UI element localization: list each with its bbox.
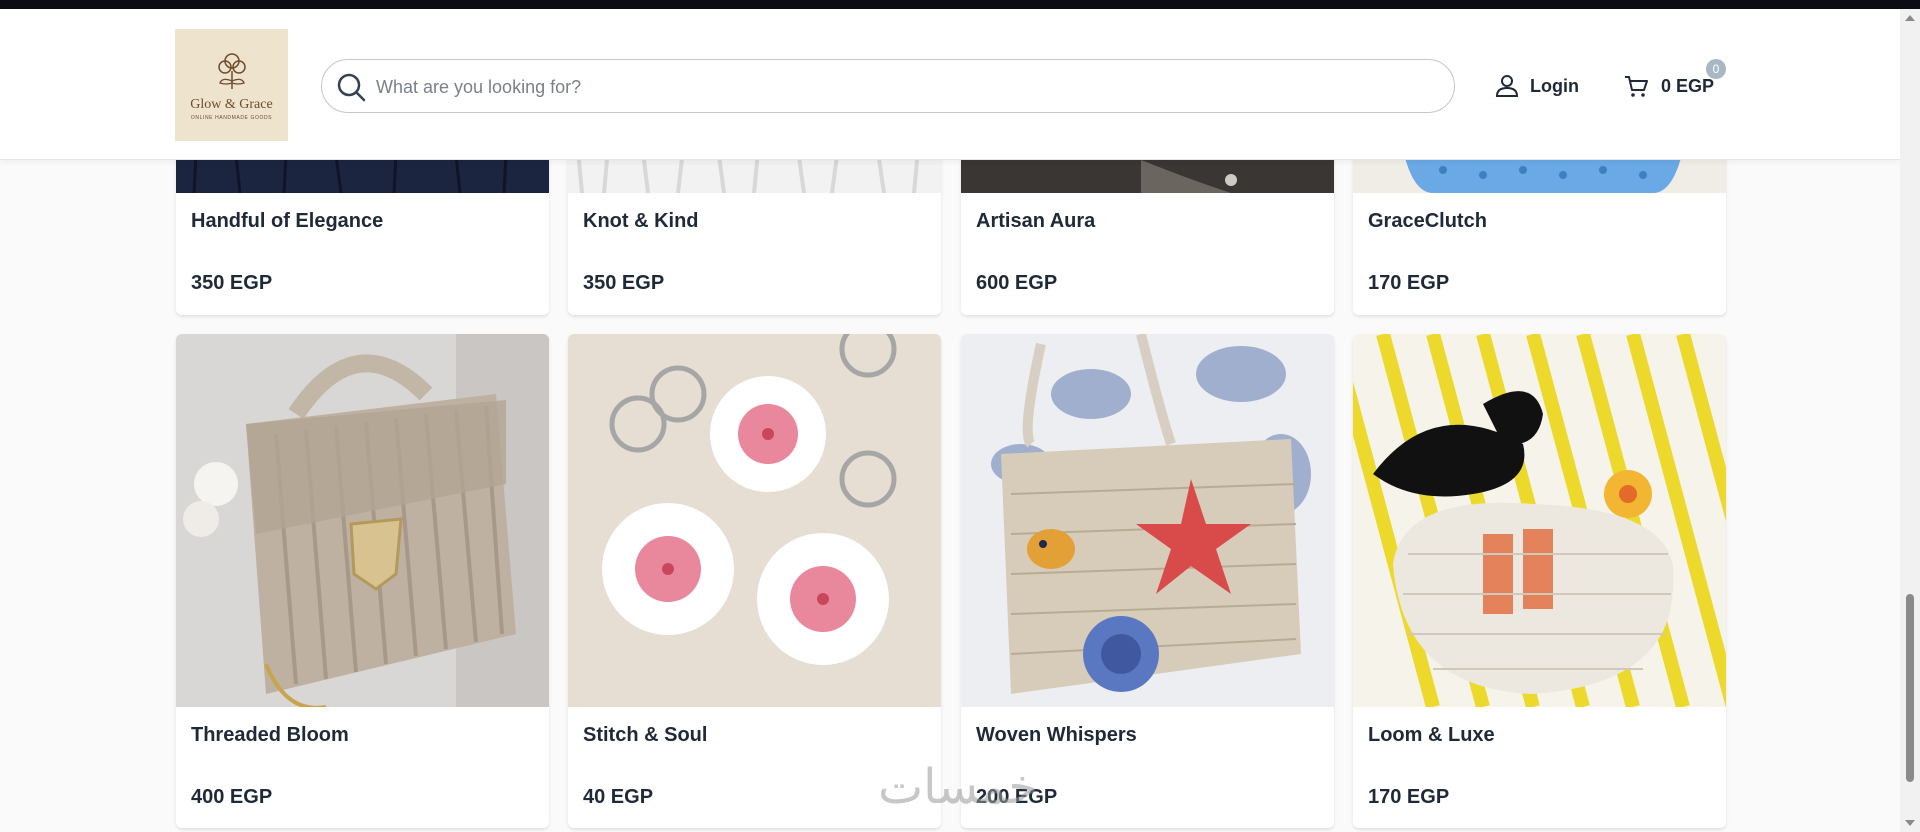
scroll-thumb[interactable] xyxy=(1906,594,1914,782)
product-title[interactable]: GraceClutch xyxy=(1368,210,1487,233)
logo-tagline: ONLINE HANDMADE GOODS xyxy=(190,115,273,121)
product-card[interactable]: Loom & Luxe 170 EGP xyxy=(1353,334,1726,828)
product-title[interactable]: Stitch & Soul xyxy=(583,724,707,747)
flower-icon xyxy=(217,53,246,89)
product-title[interactable]: Handful of Elegance xyxy=(191,210,383,233)
search-icon[interactable] xyxy=(336,72,366,102)
watermark-text: خمسات xyxy=(878,759,1038,815)
site-header: Glow & Grace ONLINE HANDMADE GOODS Login… xyxy=(0,9,1900,160)
product-image[interactable] xyxy=(568,334,941,707)
logo-name: Glow & Grace xyxy=(190,97,273,112)
product-title[interactable]: Artisan Aura xyxy=(976,210,1095,233)
cart-count-badge: 0 xyxy=(1706,59,1726,79)
product-price: 350 EGP xyxy=(191,272,273,294)
search-bar[interactable] xyxy=(321,59,1455,113)
product-price: 40 EGP xyxy=(583,786,654,808)
cart-button[interactable]: 0 EGP xyxy=(1623,71,1714,101)
scroll-up-arrow[interactable] xyxy=(1905,15,1915,21)
product-title[interactable]: Loom & Luxe xyxy=(1368,724,1495,747)
login-button[interactable]: Login xyxy=(1494,71,1579,101)
cart-icon xyxy=(1625,76,1648,97)
product-title[interactable]: Threaded Bloom xyxy=(191,724,349,747)
product-price: 170 EGP xyxy=(1368,786,1450,808)
page-scrollbar[interactable] xyxy=(1900,9,1920,832)
product-card[interactable]: Threaded Bloom 400 EGP xyxy=(176,334,549,828)
cart-total[interactable]: 0 EGP xyxy=(1661,76,1714,97)
browser-top-strip xyxy=(0,0,1920,9)
product-title[interactable]: Woven Whispers xyxy=(976,724,1137,747)
product-card[interactable]: Stitch & Soul 40 EGP xyxy=(568,334,941,828)
product-image[interactable] xyxy=(961,334,1334,707)
product-title[interactable]: Knot & Kind xyxy=(583,210,699,233)
product-card[interactable]: Woven Whispers 200 EGP xyxy=(961,334,1334,828)
product-price: 350 EGP xyxy=(583,272,665,294)
login-label[interactable]: Login xyxy=(1530,76,1579,97)
site-logo[interactable]: Glow & Grace ONLINE HANDMADE GOODS xyxy=(175,29,288,141)
product-price: 170 EGP xyxy=(1368,272,1450,294)
search-input[interactable] xyxy=(376,72,1436,102)
watermark-logo: خمسات xyxy=(878,759,1038,815)
scroll-down-arrow[interactable] xyxy=(1905,820,1915,826)
user-icon xyxy=(1495,75,1519,97)
product-price: 400 EGP xyxy=(191,786,273,808)
product-image[interactable] xyxy=(176,334,549,707)
product-price: 600 EGP xyxy=(976,272,1058,294)
product-image[interactable] xyxy=(1353,334,1726,707)
